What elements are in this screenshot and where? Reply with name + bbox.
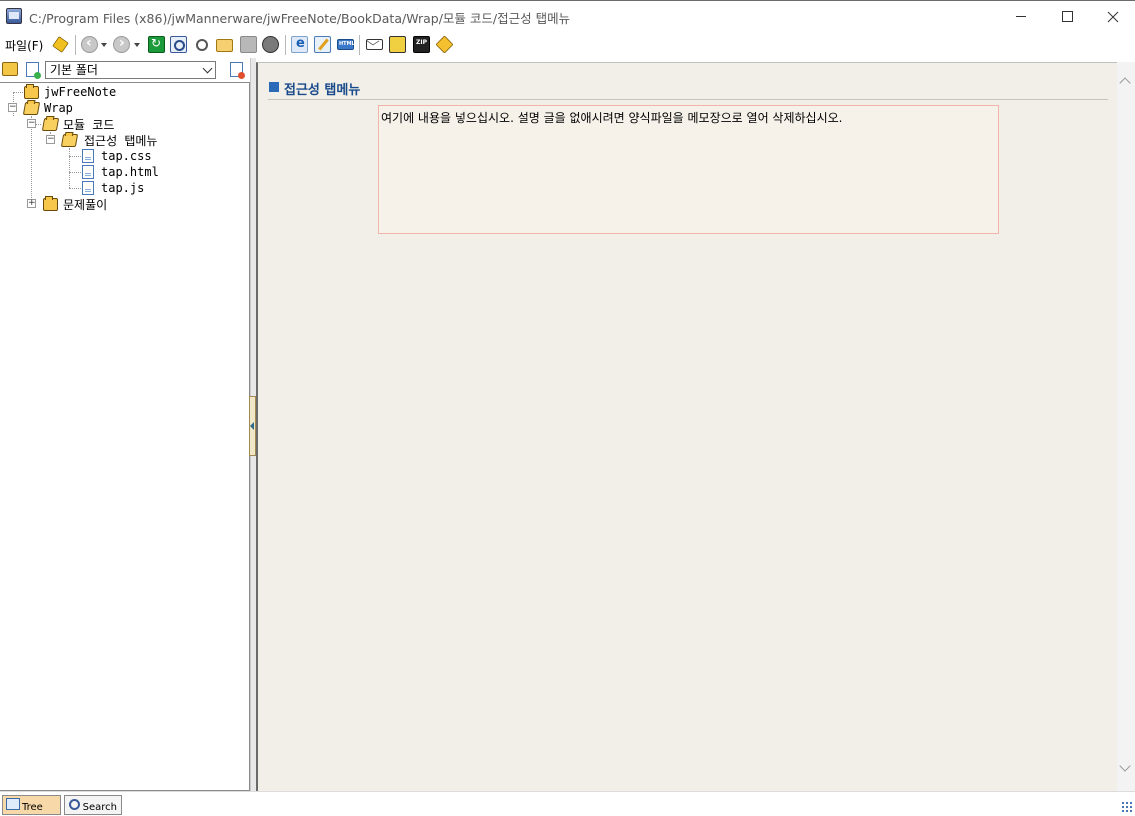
collapse-toggle[interactable]: − xyxy=(46,135,55,144)
tree-item-label: Wrap xyxy=(44,101,73,115)
toolbar-separator xyxy=(359,35,360,55)
tree-item-module-code[interactable]: 모듈 코드 xyxy=(41,116,115,132)
heading-bullet-icon xyxy=(269,82,279,92)
maximize-button[interactable] xyxy=(1044,1,1090,32)
expand-toggle[interactable]: + xyxy=(27,199,36,208)
tree-guide-line xyxy=(69,156,81,157)
tree-panel: − − − + jwFreeNote Wrap 모듈 코드 접근성 탭메뉴 ta… xyxy=(0,82,250,791)
sidebar-header: 기본 폴더 xyxy=(0,58,250,82)
tab-search[interactable]: Search xyxy=(64,795,122,815)
tree-item-label: tap.js xyxy=(101,181,145,195)
folder-icon xyxy=(24,83,39,99)
tag-icon[interactable] xyxy=(435,35,454,54)
tree-item-label: tap.css xyxy=(101,149,152,163)
collapse-toggle[interactable]: − xyxy=(8,103,17,112)
close-button[interactable] xyxy=(1090,1,1135,32)
tree-item-jwfreenote[interactable]: jwFreeNote xyxy=(24,83,117,100)
tree-item-label: 문제풀이 xyxy=(63,197,108,212)
open-folder-icon xyxy=(22,101,41,115)
note-title: 접근성 탭메뉴 xyxy=(284,83,361,98)
tree-guide-line xyxy=(13,92,23,93)
search-icon xyxy=(68,798,81,810)
note-content: 접근성 탭메뉴 여기에 내용을 넣으십시오. 설명 글을 없애시려면 양식파일을… xyxy=(256,62,1118,791)
document-icon xyxy=(82,181,94,195)
document-icon xyxy=(82,165,94,179)
tree-item-file[interactable]: tap.css xyxy=(82,148,152,164)
scroll-down-icon[interactable] xyxy=(1119,760,1131,772)
chevron-down-icon xyxy=(202,63,213,74)
tab-tree[interactable]: Tree xyxy=(2,795,61,815)
note-heading: 접근성 탭메뉴 xyxy=(268,79,1108,100)
toolbar-separator xyxy=(75,35,76,55)
tree-item-label: 접근성 탭메뉴 xyxy=(82,131,160,149)
note-body[interactable]: 여기에 내용을 넣으십시오. 설명 글을 없애시려면 양식파일을 메모장으로 열… xyxy=(378,105,999,234)
tree-item-problems[interactable]: 문제풀이 xyxy=(43,195,108,212)
open-folder-icon xyxy=(41,117,60,131)
window-title: C:/Program Files (x86)/jwMannerware/jwFr… xyxy=(29,11,571,26)
tab-search-label: Search xyxy=(82,802,117,813)
edit-icon[interactable] xyxy=(314,36,331,53)
tree-guide-line xyxy=(69,172,81,173)
delete-note-icon[interactable] xyxy=(230,62,245,79)
book-icon[interactable] xyxy=(389,36,406,53)
file-menu[interactable]: 파일(F) xyxy=(5,37,43,54)
tree-view-icon xyxy=(6,798,20,810)
minimize-button[interactable] xyxy=(998,1,1044,32)
title-bar: C:/Program Files (x86)/jwMannerware/jwFr… xyxy=(0,0,1135,31)
folder-icon xyxy=(43,195,58,211)
zip-icon[interactable] xyxy=(413,36,430,53)
back-dropdown-arrow[interactable] xyxy=(101,43,107,47)
app-icon[interactable] xyxy=(6,8,22,24)
collapse-sidebar-handle[interactable] xyxy=(249,396,256,456)
forward-dropdown-arrow[interactable] xyxy=(134,43,140,47)
tree-item-file[interactable]: tap.html xyxy=(82,164,159,180)
refresh-icon[interactable] xyxy=(148,36,165,53)
toolbar: 파일(F) xyxy=(0,31,1135,58)
back-icon[interactable] xyxy=(81,35,98,53)
tree-item-label: jwFreeNote xyxy=(44,85,117,99)
vertical-scrollbar[interactable] xyxy=(1117,62,1135,791)
settings-icon[interactable] xyxy=(262,36,279,53)
tree-item-wrap[interactable]: Wrap xyxy=(22,100,73,116)
bottom-bar: Tree Search xyxy=(0,791,1135,816)
tree-item-label: tap.html xyxy=(101,165,159,179)
tree-guide-line xyxy=(69,188,81,189)
resize-grip-icon[interactable] xyxy=(1121,801,1133,813)
forward-icon[interactable] xyxy=(113,35,130,53)
tree-guide-line xyxy=(31,116,32,204)
html-icon[interactable] xyxy=(337,39,355,50)
open-folder-icon[interactable] xyxy=(216,39,233,52)
collapse-toggle[interactable]: − xyxy=(27,119,36,128)
tree-item-label: 모듈 코드 xyxy=(63,117,115,132)
zoom-icon[interactable] xyxy=(193,36,210,53)
folder-manage-icon[interactable] xyxy=(2,62,18,76)
toolbar-separator xyxy=(285,35,286,55)
folder-select[interactable]: 기본 폴더 xyxy=(45,61,216,79)
tree-item-accessibility-tab-menu[interactable]: 접근성 탭메뉴 xyxy=(60,131,160,149)
find-icon[interactable] xyxy=(170,36,187,53)
tree-item-file[interactable]: tap.js xyxy=(82,180,144,196)
tab-tree-label: Tree xyxy=(22,802,43,813)
open-folder-icon xyxy=(60,133,79,147)
save-icon[interactable] xyxy=(240,36,257,53)
close-icon xyxy=(1107,11,1119,22)
tree-guide-line xyxy=(69,148,70,188)
new-note-icon[interactable] xyxy=(26,62,41,79)
ie-view-icon[interactable] xyxy=(291,36,308,53)
pin-icon[interactable] xyxy=(52,36,69,53)
folder-select-value: 기본 폴더 xyxy=(50,63,98,77)
document-icon xyxy=(82,149,94,163)
mail-icon[interactable] xyxy=(366,39,383,50)
scroll-up-icon[interactable] xyxy=(1119,77,1131,89)
